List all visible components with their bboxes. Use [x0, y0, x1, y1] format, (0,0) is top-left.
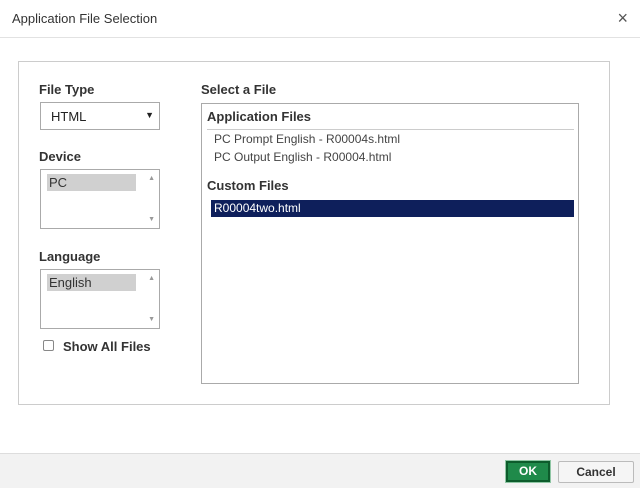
file-list-panel: Application Files PC Prompt English - R0…: [201, 103, 579, 384]
application-files-header: Application Files: [207, 109, 312, 124]
custom-files-header: Custom Files: [207, 178, 289, 193]
scroll-down-icon[interactable]: ▼: [148, 316, 155, 323]
device-option-pc[interactable]: PC: [47, 174, 136, 191]
device-listbox[interactable]: PC ▲ ▼: [40, 169, 160, 229]
select-file-label: Select a File: [201, 82, 277, 97]
dialog-title: Application File Selection: [12, 11, 158, 26]
file-type-select[interactable]: HTML ▼: [40, 102, 160, 130]
dialog-footer: OK Cancel: [0, 453, 640, 488]
section-divider: [207, 129, 574, 130]
show-all-files-checkbox[interactable]: [43, 340, 54, 351]
show-all-files-label[interactable]: Show All Files: [63, 339, 151, 354]
scroll-up-icon[interactable]: ▲: [148, 175, 155, 182]
file-item[interactable]: PC Output English - R00004.html: [214, 150, 391, 164]
language-label: Language: [39, 249, 101, 264]
application-file-selection-dialog: Application File Selection × File Type H…: [0, 0, 640, 488]
scroll-up-icon[interactable]: ▲: [148, 275, 155, 282]
language-option-english[interactable]: English: [47, 274, 136, 291]
dropdown-arrow-icon: ▼: [145, 110, 154, 120]
file-item[interactable]: PC Prompt English - R00004s.html: [214, 132, 400, 146]
file-type-label: File Type: [39, 82, 95, 97]
file-item-selected[interactable]: R00004two.html: [211, 200, 574, 217]
dialog-title-bar: Application File Selection ×: [0, 0, 640, 38]
content-panel: File Type HTML ▼ Device PC ▲ ▼ Language …: [18, 61, 610, 405]
scroll-down-icon[interactable]: ▼: [148, 216, 155, 223]
cancel-button[interactable]: Cancel: [558, 461, 634, 483]
device-label: Device: [39, 149, 81, 164]
file-type-value: HTML: [51, 109, 87, 124]
language-listbox[interactable]: English ▲ ▼: [40, 269, 160, 329]
ok-button[interactable]: OK: [505, 460, 551, 483]
close-icon[interactable]: ×: [617, 8, 628, 28]
